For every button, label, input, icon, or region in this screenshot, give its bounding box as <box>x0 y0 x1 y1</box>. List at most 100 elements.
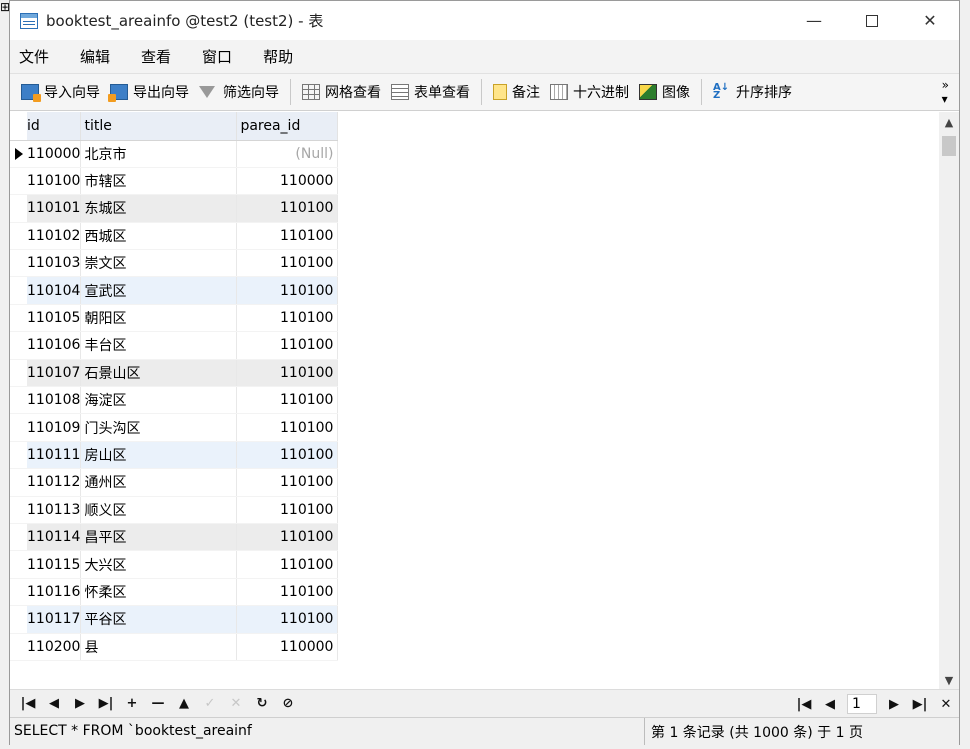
scroll-up-icon[interactable]: ▲ <box>939 116 959 129</box>
cell-parea-id[interactable]: (Null) <box>236 140 339 168</box>
row-indicator[interactable] <box>10 167 27 196</box>
table-row[interactable]: 110101 东城区 110100 <box>10 194 339 223</box>
table-row[interactable]: 110114 昌平区 110100 <box>10 523 339 552</box>
scroll-thumb[interactable] <box>942 136 956 156</box>
menu-view[interactable]: 查看 <box>132 46 187 67</box>
cell-parea-id[interactable]: 110100 <box>236 359 339 388</box>
cell-id[interactable]: 110117 <box>27 605 82 634</box>
cell-parea-id[interactable]: 110100 <box>236 441 339 470</box>
table-row[interactable]: 110100 市辖区 110000 <box>10 167 339 196</box>
page-number-input[interactable]: 1 <box>847 694 877 714</box>
cell-id[interactable]: 110104 <box>27 276 82 305</box>
row-indicator[interactable] <box>10 386 27 415</box>
cell-id[interactable]: 110113 <box>27 496 82 524</box>
cell-title[interactable]: 西城区 <box>80 222 238 251</box>
table-row[interactable]: 110104 宣武区 110100 <box>10 276 339 305</box>
cell-parea-id[interactable]: 110100 <box>236 578 339 607</box>
cell-parea-id[interactable]: 110100 <box>236 523 339 552</box>
row-indicator[interactable] <box>10 523 27 552</box>
add-record-button[interactable]: + <box>119 696 145 711</box>
cell-parea-id[interactable]: 110100 <box>236 468 339 497</box>
cell-parea-id[interactable]: 110100 <box>236 605 339 634</box>
data-grid[interactable]: id title parea_id 110000 北京市 (Null) 110100 市… <box>10 112 939 689</box>
menu-window[interactable]: 窗口 <box>193 46 248 67</box>
row-indicator[interactable] <box>10 222 27 251</box>
menu-help[interactable]: 帮助 <box>254 46 309 67</box>
cell-title[interactable]: 门头沟区 <box>80 413 238 442</box>
hex-button[interactable]: 十六进制 <box>545 78 634 106</box>
cell-title[interactable]: 石景山区 <box>80 359 238 388</box>
form-view-button[interactable]: 表单查看 <box>386 78 475 106</box>
cell-title[interactable]: 县 <box>80 633 238 661</box>
row-indicator[interactable] <box>10 550 27 579</box>
vertical-scrollbar[interactable]: ▲ ▼ <box>939 112 959 689</box>
import-wizard-button[interactable]: 导入向导 <box>16 78 105 106</box>
menu-file[interactable]: 文件 <box>10 46 65 67</box>
cell-title[interactable]: 怀柔区 <box>80 578 238 607</box>
table-row[interactable]: 110108 海淀区 110100 <box>10 386 339 415</box>
edit-up-button[interactable]: ▲ <box>171 696 197 711</box>
cell-parea-id[interactable]: 110000 <box>236 167 339 196</box>
row-indicator[interactable] <box>10 304 27 333</box>
cell-title[interactable]: 东城区 <box>80 194 238 223</box>
filter-wizard-button[interactable]: 筛选向导 <box>194 78 284 106</box>
cell-id[interactable]: 110115 <box>27 550 82 579</box>
table-row[interactable]: 110111 房山区 110100 <box>10 441 339 470</box>
cell-parea-id[interactable]: 110100 <box>236 222 339 251</box>
cell-parea-id[interactable]: 110000 <box>236 633 339 661</box>
next-page-button[interactable]: ▶ <box>881 697 907 712</box>
close-button[interactable]: ✕ <box>901 1 959 40</box>
row-indicator[interactable] <box>10 331 27 360</box>
cell-id[interactable]: 110114 <box>27 523 82 552</box>
table-row[interactable]: 110115 大兴区 110100 <box>10 550 339 579</box>
row-indicator[interactable] <box>10 359 27 388</box>
column-header-parea-id[interactable]: parea_id <box>236 112 339 141</box>
maximize-button[interactable] <box>843 1 901 40</box>
row-indicator[interactable] <box>10 441 27 470</box>
table-row[interactable]: 110200 县 110000 <box>10 633 339 661</box>
row-indicator[interactable] <box>10 413 27 442</box>
memo-button[interactable]: 备注 <box>488 78 545 106</box>
cell-title[interactable]: 宣武区 <box>80 276 238 305</box>
refresh-button[interactable]: ↻ <box>249 696 275 711</box>
cell-parea-id[interactable]: 110100 <box>236 496 339 524</box>
cell-id[interactable]: 110103 <box>27 249 82 278</box>
cell-title[interactable]: 房山区 <box>80 441 238 470</box>
cell-id[interactable]: 110107 <box>27 359 82 388</box>
table-row[interactable]: 110112 通州区 110100 <box>10 468 339 497</box>
previous-record-button[interactable]: ◀ <box>41 696 67 711</box>
cell-title[interactable]: 丰台区 <box>80 331 238 360</box>
stop-button[interactable]: ⊘ <box>275 696 301 711</box>
first-record-button[interactable]: |◀ <box>15 696 41 711</box>
cell-id[interactable]: 110112 <box>27 468 82 497</box>
cell-id[interactable]: 110116 <box>27 578 82 607</box>
cell-title[interactable]: 大兴区 <box>80 550 238 579</box>
table-row[interactable]: 110107 石景山区 110100 <box>10 359 339 388</box>
cell-id[interactable]: 110108 <box>27 386 82 415</box>
apply-changes-button[interactable]: ✓ <box>197 696 223 711</box>
page-settings-button[interactable]: ✕ <box>933 697 959 712</box>
cell-id[interactable]: 110111 <box>27 441 82 470</box>
grid-view-button[interactable]: 网格查看 <box>297 78 386 106</box>
toolbar-overflow-button[interactable]: » ▾ <box>942 78 949 106</box>
cell-title[interactable]: 平谷区 <box>80 605 238 634</box>
table-row[interactable]: 110103 崇文区 110100 <box>10 249 339 278</box>
last-page-button[interactable]: ▶| <box>907 697 933 712</box>
cell-parea-id[interactable]: 110100 <box>236 276 339 305</box>
export-wizard-button[interactable]: 导出向导 <box>105 78 194 106</box>
title-bar[interactable]: booktest_areainfo @test2 (test2) - 表 — ✕ <box>10 1 959 40</box>
delete-record-button[interactable]: — <box>145 696 171 711</box>
cell-title[interactable]: 通州区 <box>80 468 238 497</box>
column-header-title[interactable]: title <box>80 112 238 141</box>
cell-id[interactable]: 110102 <box>27 222 82 251</box>
row-indicator[interactable] <box>10 605 27 634</box>
row-indicator[interactable] <box>10 633 27 661</box>
image-button[interactable]: 图像 <box>634 78 695 106</box>
table-row[interactable]: 110000 北京市 (Null) <box>10 140 339 168</box>
row-indicator[interactable] <box>10 140 27 168</box>
row-indicator[interactable] <box>10 249 27 278</box>
table-row[interactable]: 110116 怀柔区 110100 <box>10 578 339 607</box>
previous-page-button[interactable]: ◀ <box>817 697 843 712</box>
cell-id[interactable]: 110106 <box>27 331 82 360</box>
sort-ascending-button[interactable]: A↓ Z 升序排序 <box>708 78 797 106</box>
